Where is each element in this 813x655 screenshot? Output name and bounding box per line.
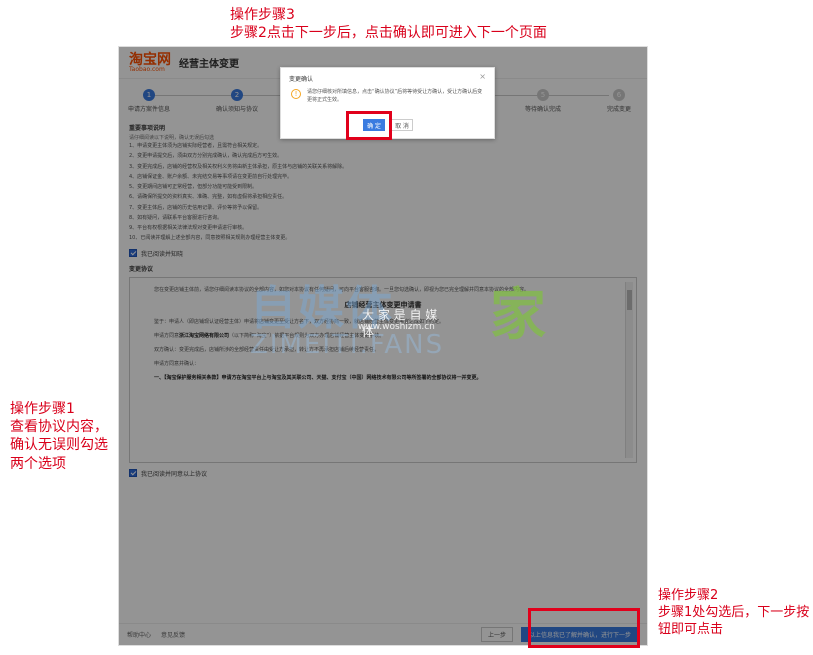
annotation-step2-text: 步骤1处勾选后，下一步按钮即可点击 — [658, 604, 810, 637]
annotation-step3-title: 操作步骤3 — [230, 7, 295, 23]
annotation-step2-title: 操作步骤2 — [658, 588, 719, 603]
annotation-step1-text: 查看协议内容，确认无误则勾选两个选项 — [10, 419, 108, 472]
annotation-step3: 操作步骤3 步骤2点击下一步后，点击确认即可进入下一个页面 — [230, 6, 547, 42]
annotation-step2: 操作步骤2 步骤1处勾选后，下一步按钮即可点击 — [658, 588, 810, 639]
annotation-step1: 操作步骤1 查看协议内容，确认无误则勾选两个选项 — [10, 400, 110, 473]
cancel-button[interactable]: 取 消 — [391, 119, 413, 131]
dialog-title: 变更确认 — [289, 76, 314, 83]
dialog-message: 请您仔细核对所填信息，点击“确认协议”后将等待受让方确认，受让方确认后变更将正式… — [307, 89, 483, 103]
highlight-confirm-button — [346, 111, 392, 140]
annotation-step3-text: 步骤2点击下一步后，点击确认即可进入下一个页面 — [230, 25, 547, 42]
annotation-step1-title: 操作步骤1 — [10, 401, 75, 417]
warning-icon: ! — [291, 89, 301, 99]
close-icon[interactable]: × — [479, 72, 486, 81]
dialog-body: ! 请您仔细核对所填信息，点击“确认协议”后将等待受让方确认，受让方确认后变更将… — [281, 87, 494, 106]
highlight-next-button — [528, 608, 640, 648]
